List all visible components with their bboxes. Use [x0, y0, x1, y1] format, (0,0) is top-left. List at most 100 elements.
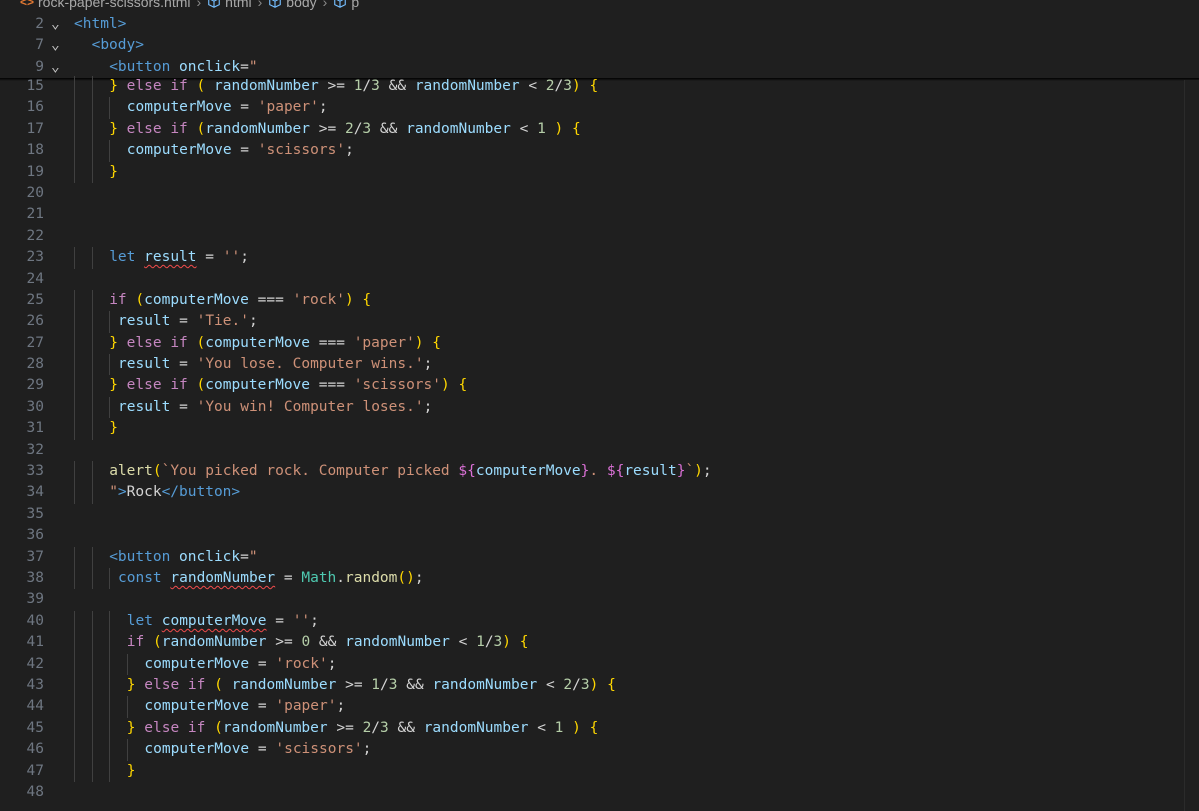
breadcrumb-file[interactable]: <> rock-paper-scissors.html: [20, 0, 191, 10]
code-line[interactable]: 17} else if (randomNumber >= 2/3 && rand…: [0, 118, 1199, 141]
code-line[interactable]: 24: [0, 269, 1199, 290]
code-line[interactable]: 23 let result = '';: [0, 247, 1199, 269]
code-line[interactable]: 25 if (computerMove === 'rock') {: [0, 289, 1199, 312]
fold-chevron-icon[interactable]: ⌄: [51, 57, 65, 78]
chevron-right-icon: ›: [196, 0, 202, 10]
code-line[interactable]: 43} else if ( randomNumber >= 1/3 && ran…: [0, 674, 1199, 697]
sticky-scroll-header[interactable]: 2 ⌄ <html> 7 ⌄ <body> 9 ⌄ <button onclick=": [0, 14, 1199, 78]
indent-guide: [74, 396, 75, 419]
line-code: <html>: [74, 16, 127, 32]
code-line[interactable]: 46 computerMove = 'scissors';: [0, 739, 1199, 761]
indent-guide: [74, 610, 75, 633]
code-editor[interactable]: 15} else if ( randomNumber >= 1/3 && ran…: [0, 76, 1199, 811]
line-code: computerMove = 'scissors';: [126, 142, 354, 159]
indent-guide: [74, 482, 75, 504]
indent-guide: [109, 354, 111, 376]
code-line[interactable]: 15} else if ( randomNumber >= 1/3 && ran…: [0, 76, 1199, 98]
line-number: 2: [35, 16, 44, 32]
code-line[interactable]: 40 let computerMove = '';: [0, 610, 1199, 633]
indent-guide: [74, 289, 75, 312]
breadcrumb-item-p[interactable]: p: [333, 0, 359, 10]
indent-guide: [74, 653, 75, 675]
code-line[interactable]: 34 ">Rock</button>: [0, 482, 1199, 504]
code-line[interactable]: 18 computerMove = 'scissors';: [0, 140, 1199, 162]
cube-icon: [334, 0, 347, 8]
indent-guide: [74, 76, 75, 98]
code-line[interactable]: 33 alert(`You picked rock. Computer picke…: [0, 461, 1199, 483]
line-code: } else if (randomNumber >= 2/3 && random…: [126, 719, 599, 736]
code-line[interactable]: 16 computerMove = 'paper';: [0, 97, 1199, 119]
line-code: computerMove = 'paper';: [144, 698, 346, 715]
indent-guide: [91, 354, 93, 376]
indent-guide: [91, 739, 93, 761]
line-code: result = 'You lose. Computer wins.';: [118, 356, 433, 373]
code-line[interactable]: 42 computerMove = 'rock';: [0, 653, 1199, 675]
breadcrumb-item-html[interactable]: html: [207, 0, 252, 10]
code-line[interactable]: 36: [0, 525, 1199, 546]
code-line[interactable]: 44 computerMove = 'paper';: [0, 696, 1199, 718]
code-line[interactable]: 20: [0, 183, 1199, 204]
breadcrumb-item-label: body: [286, 0, 317, 10]
code-line[interactable]: 39: [0, 589, 1199, 610]
code-line[interactable]: 45} else if (randomNumber >= 2/3 && rand…: [0, 717, 1199, 740]
line-code: result = 'Tie.';: [118, 313, 258, 330]
indent-guide: [126, 739, 128, 761]
indent-guide: [91, 332, 93, 355]
indent-guide: [91, 289, 93, 312]
code-line[interactable]: 22: [0, 226, 1199, 247]
indent-guide: [74, 354, 75, 376]
code-line[interactable]: 48: [0, 782, 1199, 803]
code-line[interactable]: 32: [0, 440, 1199, 461]
code-line[interactable]: 26 result = 'Tie.';: [0, 311, 1199, 333]
indent-guide: [91, 311, 93, 333]
indent-guide: [91, 118, 93, 141]
line-code: let computerMove = '';: [126, 612, 319, 629]
indent-guide: [109, 396, 111, 419]
sticky-line[interactable]: 9 ⌄ <button onclick=": [0, 57, 1199, 78]
code-line[interactable]: 37 <button onclick=": [0, 546, 1199, 568]
line-code: computerMove = 'scissors';: [144, 741, 372, 758]
cube-icon: [269, 0, 282, 8]
indent-guide: [74, 717, 75, 740]
code-line[interactable]: 31}: [0, 418, 1199, 440]
code-line[interactable]: 19}: [0, 161, 1199, 183]
line-number: 7: [35, 37, 44, 54]
line-number: 18: [26, 142, 44, 159]
indent-guide: [74, 375, 75, 397]
indent-guide: [91, 632, 93, 654]
breadcrumb-item-label: p: [351, 0, 360, 10]
code-line[interactable]: 28 result = 'You lose. Computer wins.';: [0, 354, 1199, 376]
indent-guide: [91, 418, 93, 440]
chevron-right-icon: ›: [322, 0, 328, 10]
indent-guide: [74, 332, 75, 355]
line-number: 34: [26, 484, 44, 501]
indent-guide: [91, 717, 93, 740]
code-line[interactable]: 38 const randomNumber = Math.random();: [0, 567, 1199, 590]
line-number: 29: [26, 377, 44, 394]
cube-icon: [208, 0, 220, 8]
code-line[interactable]: 30 result = 'You win! Computer loses.';: [0, 396, 1199, 419]
indent-guide: [74, 567, 75, 590]
line-number: 21: [26, 206, 44, 223]
code-line[interactable]: 35: [0, 504, 1199, 525]
code-line[interactable]: 27} else if (computerMove === 'paper') {: [0, 332, 1199, 355]
fold-chevron-icon[interactable]: ⌄: [51, 14, 65, 35]
sticky-line[interactable]: 7 ⌄ <body>: [0, 35, 1199, 56]
code-line[interactable]: 41 if (randomNumber >= 0 && randomNumber …: [0, 632, 1199, 654]
breadcrumb-item-body[interactable]: body: [268, 0, 317, 10]
code-line[interactable]: 21: [0, 204, 1199, 225]
chevron-right-icon: ›: [257, 0, 263, 10]
line-number: 41: [26, 634, 44, 651]
line-code: } else if (randomNumber >= 2/3 && random…: [109, 120, 581, 137]
vertical-scrollbar[interactable]: [1184, 80, 1199, 811]
indent-guide: [126, 696, 128, 718]
line-code: <body>: [91, 37, 144, 54]
line-number: 43: [26, 676, 44, 693]
line-number: 33: [26, 463, 44, 480]
code-line[interactable]: 29} else if (computerMove === 'scissors'…: [0, 375, 1199, 397]
sticky-line[interactable]: 2 ⌄ <html>: [0, 14, 1199, 35]
indent-guide: [91, 140, 93, 162]
fold-chevron-icon[interactable]: ⌄: [51, 35, 65, 56]
indent-guide: [91, 375, 93, 397]
code-line[interactable]: 47}: [0, 760, 1199, 782]
